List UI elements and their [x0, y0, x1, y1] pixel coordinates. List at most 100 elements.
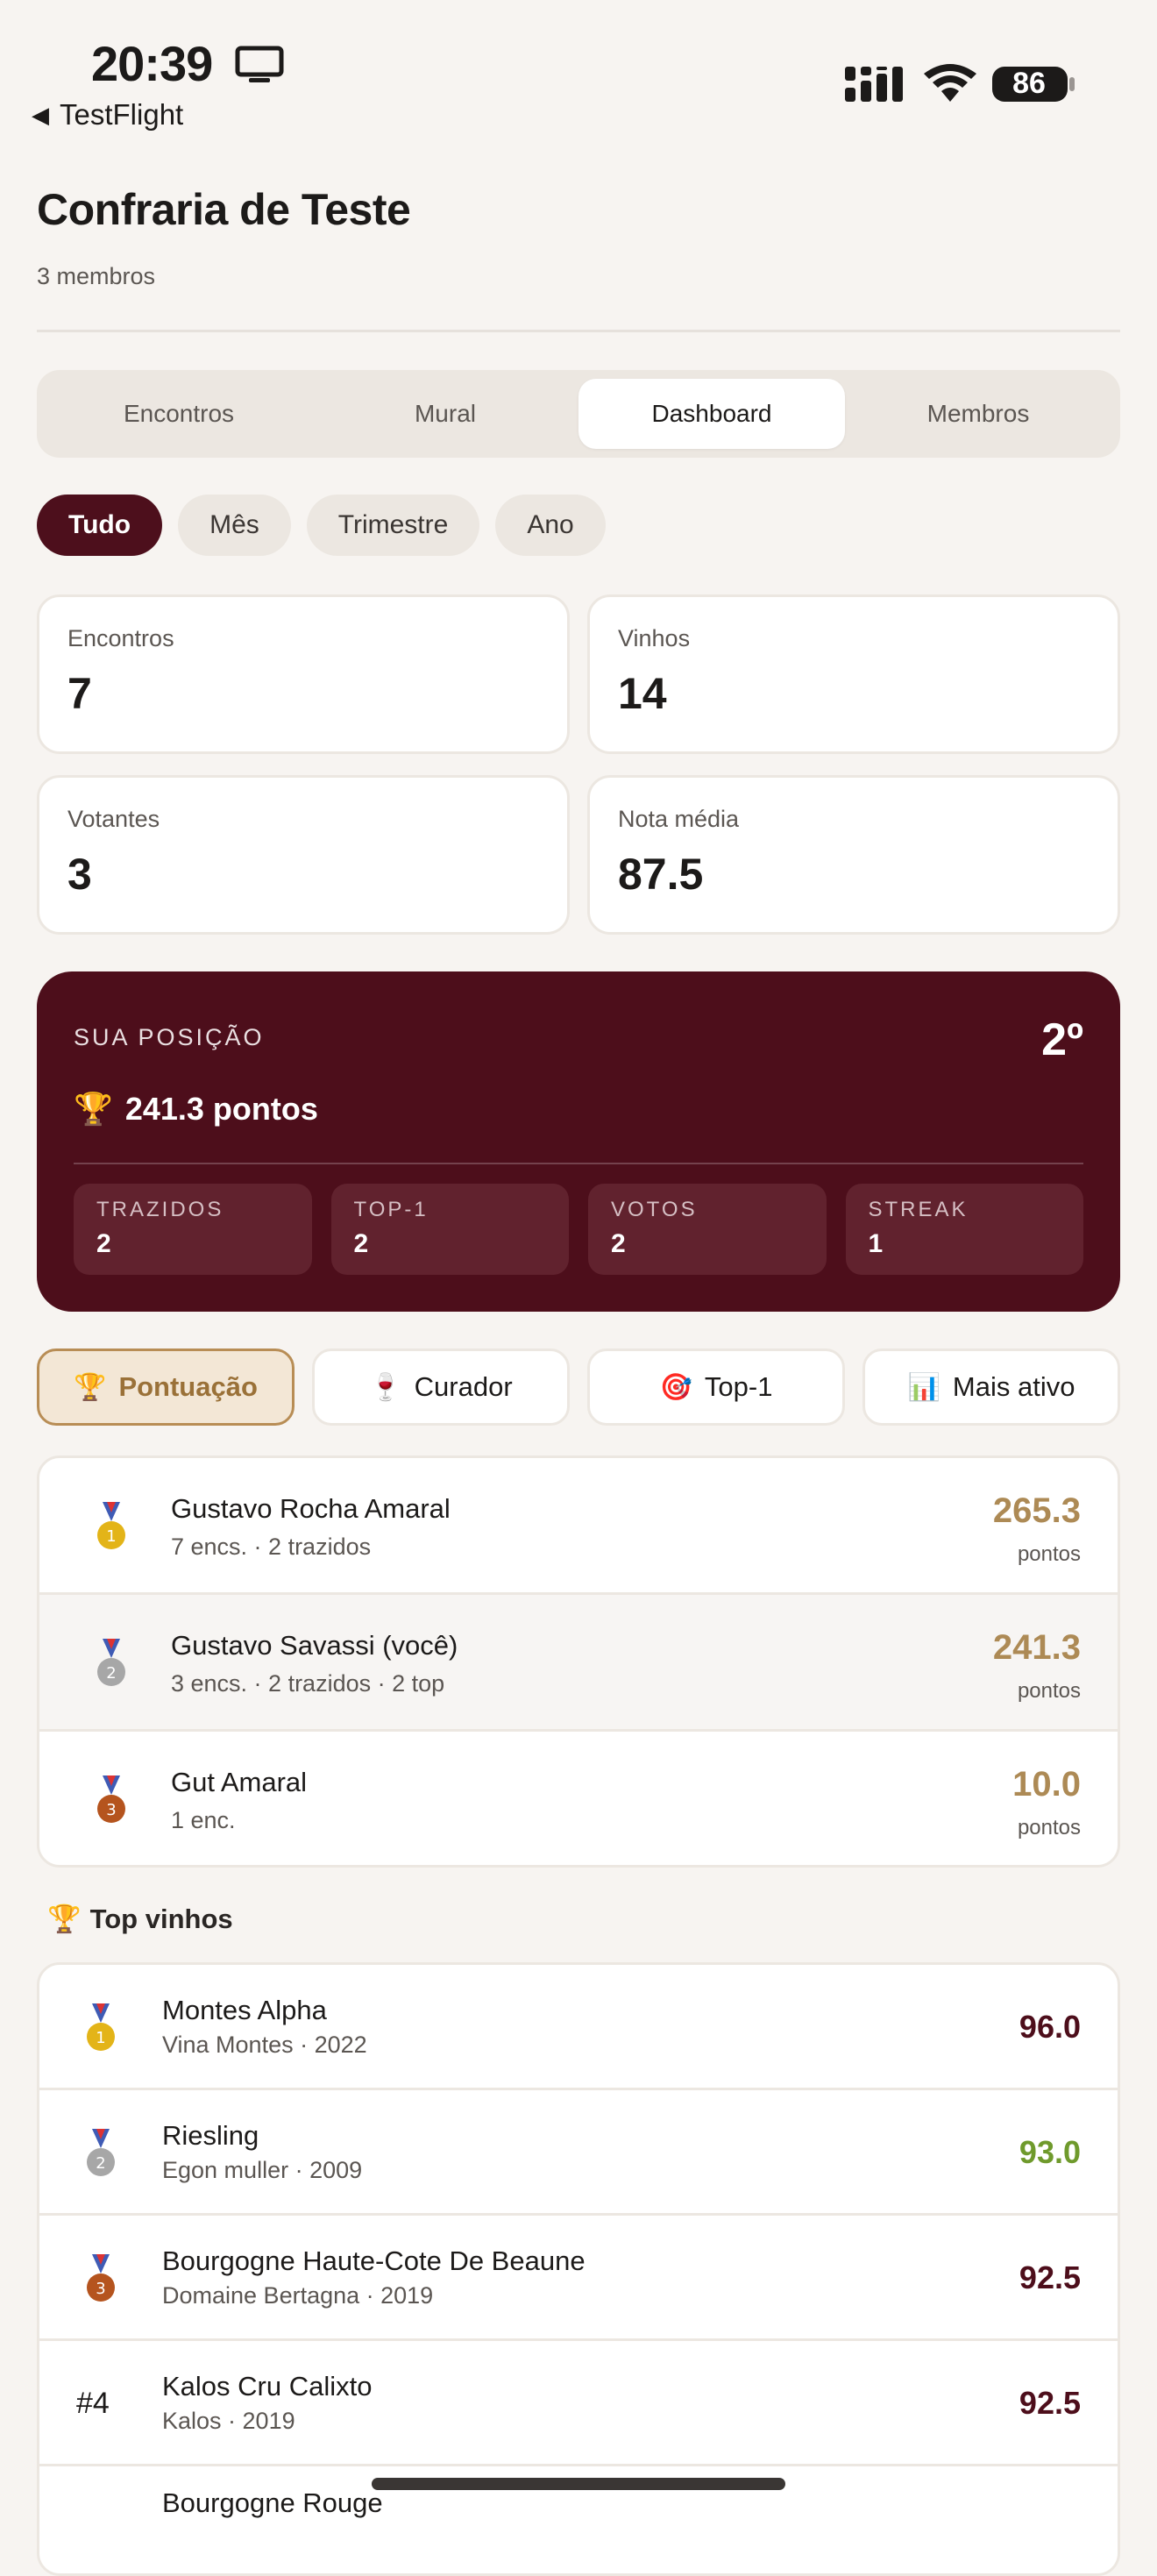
stat-label: Votantes	[67, 806, 160, 832]
wine-score: 92.5	[1019, 2259, 1081, 2295]
period-ano[interactable]: Ano	[495, 495, 606, 556]
target-icon: 🎯	[659, 1372, 692, 1402]
status-time: 20:39	[91, 36, 213, 91]
wifi-icon	[924, 64, 976, 102]
ranking-tab-label: Mais ativo	[952, 1371, 1075, 1402]
stat-card-nota-media: Nota média 87.5	[587, 775, 1120, 935]
battery-icon: 86	[990, 63, 1078, 105]
ranking-tabs: 🏆 Pontuação 🍷 Curador 🎯 Top-1 📊 Mais ati…	[37, 1348, 1120, 1426]
stat-card-votantes: Votantes 3	[37, 775, 570, 935]
ranking-tab-pontuacao[interactable]: 🏆 Pontuação	[37, 1348, 295, 1426]
svg-text:1: 1	[96, 2029, 105, 2047]
wine-row[interactable]: 1 Montes Alpha Vina Montes · 2022 96.0	[39, 1965, 1118, 2090]
trophy-icon: 🏆	[74, 1372, 107, 1402]
wine-score: 96.0	[1019, 2009, 1081, 2045]
position-stat-value: 2	[611, 1229, 626, 1258]
tab-encontros[interactable]: Encontros	[46, 379, 312, 449]
member-score: 265.3	[992, 1491, 1081, 1530]
wine-meta: Egon muller · 2009	[162, 2157, 363, 2183]
your-position-card: SUA POSIÇÃO 2º 🏆 241.3 pontos TRAZIDOS 2…	[37, 971, 1120, 1312]
wine-score: 92.5	[1019, 2385, 1081, 2421]
wine-row[interactable]: #4 Kalos Cru Calixto Kalos · 2019 92.5	[39, 2341, 1118, 2466]
member-name: Gustavo Savassi (você)	[171, 1630, 458, 1661]
member-count: 3 membros	[37, 263, 156, 289]
bronze-medal-icon: 3	[87, 2254, 115, 2302]
position-points-value: 241.3 pontos	[124, 1091, 318, 1127]
stat-label: Encontros	[67, 625, 174, 651]
position-stats: TRAZIDOS 2 TOP-1 2 VOTOS 2 STREAK 1	[74, 1184, 1083, 1275]
position-stat-streak: STREAK 1	[845, 1184, 1083, 1275]
wine-meta: Vina Montes · 2022	[162, 2032, 367, 2058]
tab-mural[interactable]: Mural	[312, 379, 578, 449]
ranking-tab-curador[interactable]: 🍷 Curador	[312, 1348, 570, 1426]
bronze-medal-icon: 3	[97, 1775, 125, 1823]
top-wines-label: Top vinhos	[89, 1903, 233, 1934]
top-wines-title: 🏆 Top vinhos	[47, 1903, 233, 1935]
period-tudo[interactable]: Tudo	[37, 495, 163, 556]
member-name: Gut Amaral	[171, 1767, 308, 1797]
leaderboard-row-current-user[interactable]: 2 Gustavo Savassi (você) 3 encs. · 2 tra…	[39, 1595, 1118, 1732]
score-unit: pontos	[1017, 1816, 1081, 1839]
tab-dashboard[interactable]: Dashboard	[578, 379, 845, 449]
svg-text:1: 1	[106, 1527, 116, 1546]
member-name: Gustavo Rocha Amaral	[171, 1493, 451, 1524]
bar-chart-icon: 📊	[907, 1372, 941, 1402]
battery-level: 86	[1012, 67, 1046, 100]
period-trimestre[interactable]: Trimestre	[306, 495, 480, 556]
page-title: Confraria de Teste	[37, 185, 411, 234]
position-points: 🏆 241.3 pontos	[74, 1091, 318, 1128]
stat-value: 87.5	[618, 850, 704, 899]
score-unit: pontos	[1017, 1679, 1081, 1703]
wine-name: Kalos Cru Calixto	[162, 2371, 373, 2402]
trophy-icon: 🏆	[74, 1091, 113, 1127]
back-to-testflight[interactable]: ◀ TestFlight	[32, 98, 183, 132]
member-meta: 7 encs. · 2 trazidos	[171, 1534, 372, 1560]
gold-medal-icon: 1	[97, 1502, 125, 1549]
leaderboard-row[interactable]: 3 Gut Amaral 1 enc. 10.0 pontos	[39, 1732, 1118, 1865]
wine-meta: Domaine Bertagna · 2019	[162, 2282, 434, 2309]
score-unit: pontos	[1017, 1542, 1081, 1566]
wine-glass-icon: 🍷	[369, 1372, 402, 1402]
back-app-label: TestFlight	[60, 98, 184, 131]
wine-row[interactable]: 2 Riesling Egon muller · 2009 93.0	[39, 2090, 1118, 2216]
wine-meta: Kalos · 2019	[162, 2408, 295, 2434]
header-divider	[37, 330, 1120, 332]
main-tabs: Encontros Mural Dashboard Membros	[37, 370, 1120, 458]
ranking-tab-top1[interactable]: 🎯 Top-1	[587, 1348, 845, 1426]
ranking-tab-label: Top-1	[704, 1371, 773, 1402]
member-meta: 1 enc.	[171, 1807, 236, 1833]
wine-score: 93.0	[1019, 2134, 1081, 2170]
svg-text:3: 3	[96, 2280, 105, 2298]
wine-name: Riesling	[162, 2120, 259, 2151]
stat-value: 3	[67, 850, 92, 899]
leaderboard-row[interactable]: 1 Gustavo Rocha Amaral 7 encs. · 2 trazi…	[39, 1458, 1118, 1595]
back-arrow-icon: ◀	[32, 101, 49, 128]
svg-text:2: 2	[106, 1664, 116, 1683]
position-stat-value: 2	[96, 1229, 111, 1258]
ranking-tab-label: Curador	[414, 1371, 513, 1402]
position-divider	[74, 1163, 1083, 1164]
leaderboard: 1 Gustavo Rocha Amaral 7 encs. · 2 trazi…	[37, 1455, 1120, 1868]
wine-name: Bourgogne Haute-Cote De Beaune	[162, 2245, 586, 2276]
position-stat-trazidos: TRAZIDOS 2	[74, 1184, 312, 1275]
position-stat-label: STREAK	[868, 1198, 969, 1221]
stat-value: 7	[67, 669, 92, 718]
wine-rank: #4	[76, 2387, 110, 2420]
home-indicator[interactable]	[372, 2478, 785, 2490]
wine-name: Montes Alpha	[162, 1995, 327, 2025]
tab-membros[interactable]: Membros	[845, 379, 1111, 449]
stat-label: Nota média	[618, 806, 740, 832]
stat-label: Vinhos	[618, 625, 691, 651]
tv-icon	[235, 46, 284, 82]
stat-card-encontros: Encontros 7	[37, 594, 570, 754]
period-filter: Tudo Mês Trimestre Ano	[37, 495, 606, 556]
position-stat-votos: VOTOS 2	[588, 1184, 827, 1275]
wine-row[interactable]: 3 Bourgogne Haute-Cote De Beaune Domaine…	[39, 2216, 1118, 2341]
period-mes[interactable]: Mês	[178, 495, 291, 556]
svg-text:3: 3	[106, 1801, 116, 1819]
position-stat-label: TRAZIDOS	[96, 1198, 224, 1221]
stat-value: 14	[618, 669, 667, 718]
ranking-tab-mais-ativo[interactable]: 📊 Mais ativo	[862, 1348, 1120, 1426]
gold-medal-icon: 1	[87, 2003, 115, 2051]
position-stat-value: 1	[868, 1229, 884, 1258]
